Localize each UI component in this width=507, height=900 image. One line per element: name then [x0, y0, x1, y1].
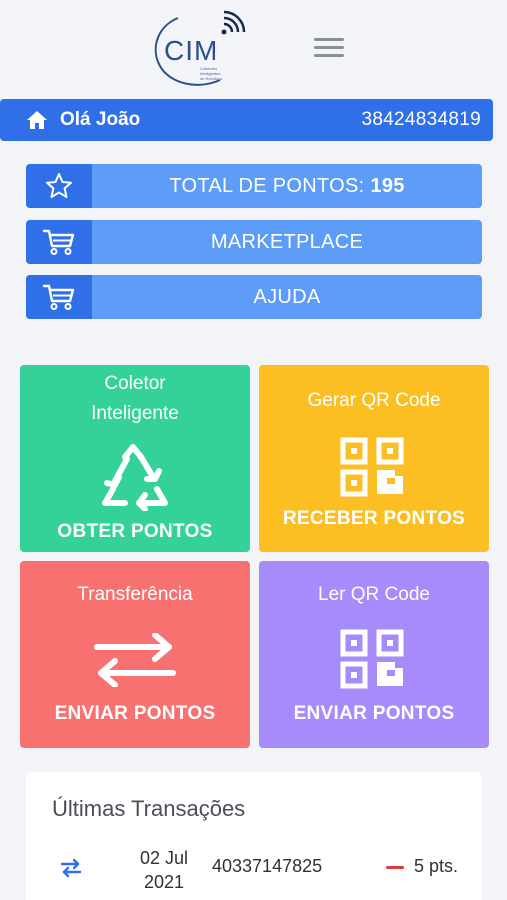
recycle-icon — [102, 444, 168, 511]
marketplace-button[interactable]: MARKETPLACE — [26, 220, 482, 264]
transfer-tile[interactable]: Transferência ENVIAR PONTOS — [20, 561, 250, 748]
read-qr-title: Ler QR Code — [318, 584, 430, 605]
qr-code-icon — [340, 629, 404, 689]
home-icon[interactable] — [26, 110, 48, 130]
transaction-points: 5 pts. — [414, 856, 459, 876]
cart-icon-box — [26, 275, 92, 319]
app-header: CIM Coletores Inteligentes de Resíduos — [0, 0, 507, 98]
user-id: 38424834819 — [361, 109, 481, 130]
marketplace-label: MARKETPLACE — [210, 230, 364, 253]
star-icon — [46, 173, 72, 198]
collector-title-line1: Coletor — [104, 373, 166, 394]
transactions-title: Últimas Transações — [52, 796, 246, 821]
svg-text:de Resíduos: de Resíduos — [200, 76, 222, 81]
cim-logo: CIM Coletores Inteligentes de Resíduos — [154, 10, 246, 86]
collector-title-line2: Inteligente — [91, 403, 179, 424]
svg-text:CIM: CIM — [164, 35, 218, 66]
cart-icon — [42, 229, 75, 255]
transfer-arrows-icon — [60, 858, 82, 878]
minus-icon — [386, 866, 404, 869]
total-points-text: TOTAL DE PONTOS: — [169, 174, 371, 197]
user-bar: Olá João 38424834819 — [0, 99, 493, 141]
transaction-date: 02 Jul 2021 — [120, 846, 208, 894]
hamburger-line — [314, 46, 344, 49]
read-qr-action: ENVIAR PONTOS — [293, 703, 455, 724]
transaction-code: 40337147825 — [212, 856, 323, 876]
total-points-button[interactable]: TOTAL DE PONTOS: 195 — [26, 164, 482, 208]
transfer-arrows-icon — [94, 633, 176, 687]
transfer-title: Transferência — [77, 584, 193, 605]
hamburger-line — [314, 38, 344, 41]
collector-tile[interactable]: Coletor Inteligente OBTER PONTOS — [20, 365, 250, 552]
user-greeting: Olá João — [60, 109, 141, 130]
generate-qr-title: Gerar QR Code — [307, 390, 441, 411]
cart-icon-box — [26, 220, 92, 264]
transfer-action: ENVIAR PONTOS — [54, 703, 216, 724]
read-qr-tile[interactable]: Ler QR Code ENVIAR PONTOS — [259, 561, 489, 748]
collector-action: OBTER PONTOS — [57, 521, 213, 542]
menu-toggle-button[interactable] — [314, 38, 344, 62]
transactions-card: Últimas Transações 02 Jul 2021 403371478… — [26, 772, 482, 900]
qr-code-icon — [340, 437, 404, 497]
transaction-date-day: 02 Jul — [139, 848, 189, 868]
hamburger-line — [314, 54, 344, 57]
generate-qr-tile[interactable]: Gerar QR Code RECEBER PONTOS — [259, 365, 489, 552]
transaction-row[interactable]: 02 Jul 2021 40337147825 5 pts. — [52, 846, 462, 894]
help-label: AJUDA — [253, 285, 321, 308]
cart-icon — [42, 284, 75, 310]
star-icon-box — [26, 164, 92, 208]
total-points-label: TOTAL DE PONTOS: 195 — [92, 175, 482, 198]
transaction-date-year: 2021 — [143, 872, 185, 892]
help-button[interactable]: AJUDA — [26, 275, 482, 319]
generate-qr-action: RECEBER PONTOS — [282, 508, 466, 529]
total-points-value: 195 — [370, 174, 405, 197]
